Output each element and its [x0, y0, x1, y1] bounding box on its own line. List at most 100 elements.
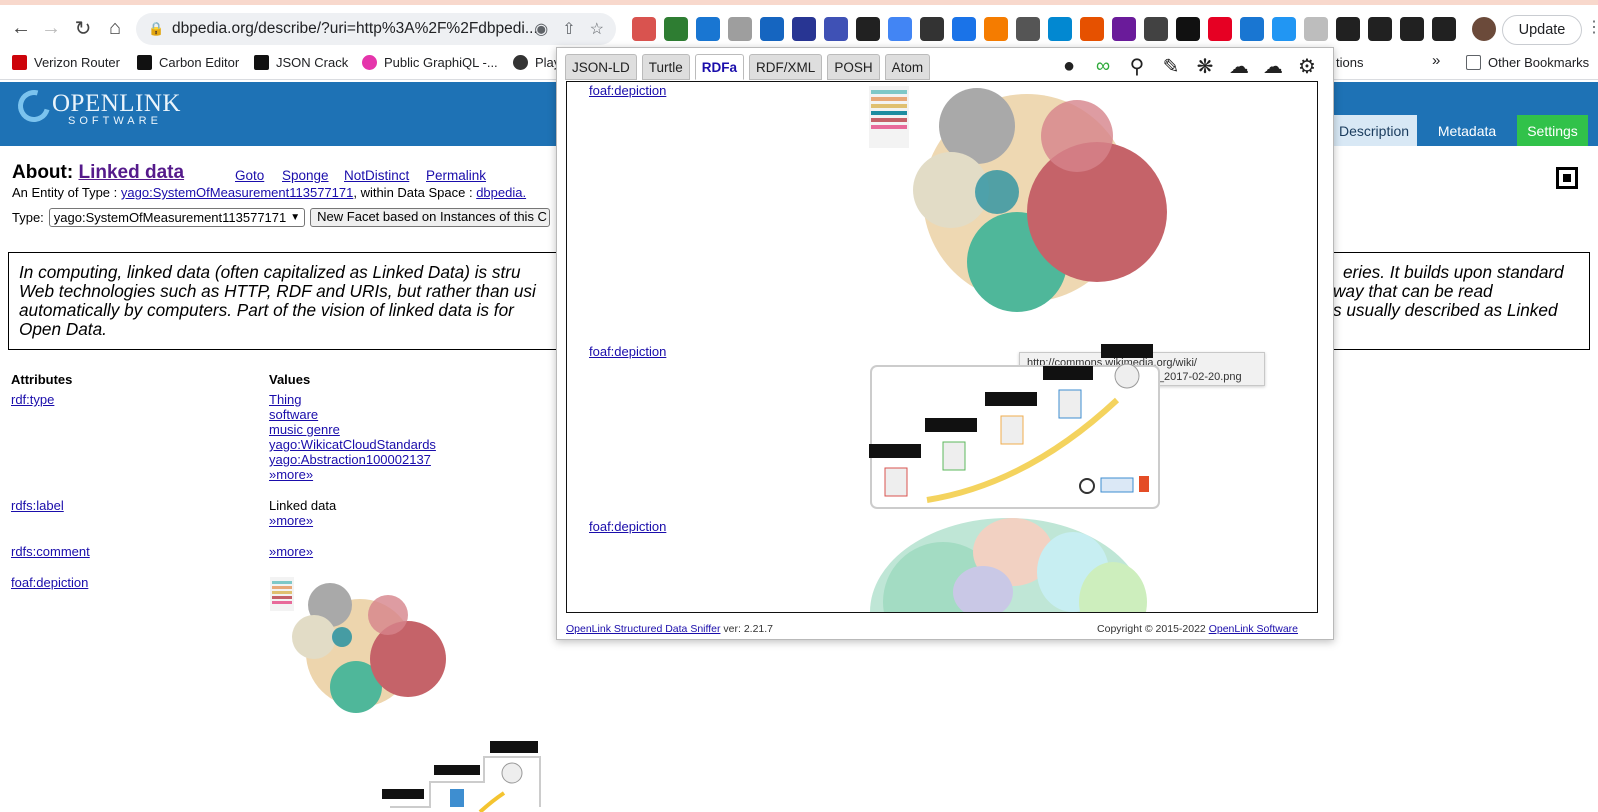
extension-icon-18[interactable] — [1176, 17, 1200, 41]
tab-metadata[interactable]: Metadata — [1417, 115, 1517, 146]
url-text[interactable]: dbpedia.org/describe/?uri=http%3A%2F%2Fd… — [172, 20, 538, 38]
extension-icon-17[interactable] — [1144, 17, 1168, 41]
cloud-search-icon[interactable]: ☁ — [1225, 52, 1253, 80]
rdf-type-value[interactable]: Thing — [269, 392, 302, 407]
link-icon[interactable]: ∞ — [1089, 52, 1117, 80]
five-star-image[interactable] — [380, 737, 550, 812]
extension-icon-13[interactable] — [1016, 17, 1040, 41]
sponge-link[interactable]: Sponge — [282, 168, 329, 183]
about-title-link[interactable]: Linked data — [78, 162, 184, 183]
notdistinct-link[interactable]: NotDistinct — [344, 168, 409, 183]
extension-icon-6[interactable] — [792, 17, 816, 41]
more-bookmarks-icon[interactable]: » — [1432, 52, 1440, 69]
lock-icon[interactable]: 🔒 — [148, 21, 164, 37]
rdf-type-value[interactable]: software — [269, 407, 318, 422]
cloud-upload-icon[interactable]: ☁ — [1259, 52, 1287, 80]
forward-icon[interactable]: → — [38, 15, 64, 41]
permalink-link[interactable]: Permalink — [426, 168, 486, 183]
depiction-label-3[interactable]: foaf:depiction — [589, 519, 666, 534]
extension-icon-19[interactable] — [1208, 17, 1232, 41]
download-icon[interactable] — [1400, 17, 1424, 41]
extension-icon-20[interactable] — [1240, 17, 1264, 41]
side-panel-icon[interactable] — [1432, 17, 1456, 41]
extension-icon-16[interactable] — [1112, 17, 1136, 41]
rdf-type-value[interactable]: yago:Abstraction100002137 — [269, 452, 431, 467]
extension-icon-9[interactable] — [888, 17, 912, 41]
bookmark-partial[interactable]: tions — [1336, 55, 1363, 70]
bookmark-verizon-router[interactable]: Verizon Router — [12, 55, 120, 70]
tab-rdfa[interactable]: RDFa — [694, 54, 745, 80]
rdf-type-value[interactable]: music genre — [269, 422, 340, 437]
rdf-type-attribute[interactable]: rdf:type — [11, 392, 54, 407]
share-icon[interactable]: ⇧ — [562, 19, 575, 39]
type-select[interactable]: yago:SystemOfMeasurement113577171 ▼ — [48, 208, 306, 227]
foaf-depiction-attribute[interactable]: foaf:depiction — [11, 575, 88, 590]
extension-icon-12[interactable] — [984, 17, 1008, 41]
star-bar — [434, 765, 480, 775]
search-globe-icon[interactable]: ⚲ — [1123, 52, 1151, 80]
extension-icon-2[interactable] — [664, 17, 688, 41]
rdfs-label-more-link[interactable]: »more» — [269, 513, 313, 528]
settings-icon[interactable]: ⚙ — [1293, 52, 1321, 80]
extension-icon-21[interactable] — [1272, 17, 1296, 41]
extension-icon-4[interactable] — [728, 17, 752, 41]
five-star-image-large[interactable] — [867, 344, 1163, 512]
graph-icon[interactable]: ❋ — [1191, 52, 1219, 80]
bookmark-play[interactable]: Play — [513, 55, 560, 70]
labs-icon[interactable] — [1368, 17, 1392, 41]
sniffer-content[interactable]: foaf:depiction http://commons.wikimedia.… — [566, 81, 1318, 613]
lod-cloud-image[interactable] — [268, 575, 458, 725]
extension-icon-14[interactable] — [1048, 17, 1072, 41]
new-facet-button[interactable]: New Facet based on Instances of this C — [310, 208, 551, 227]
extension-icon-11[interactable] — [952, 17, 976, 41]
data-space-link[interactable]: dbpedia. — [476, 185, 526, 200]
tab-atom[interactable]: Atom — [884, 54, 931, 80]
back-icon[interactable]: ← — [8, 15, 34, 41]
bookmark-json-crack[interactable]: JSON Crack — [254, 55, 348, 70]
tab-turtle[interactable]: Turtle — [641, 54, 690, 80]
bookmark-carbon-editor[interactable]: Carbon Editor — [137, 55, 239, 70]
rdfs-label-attribute[interactable]: rdfs:label — [11, 498, 64, 513]
extension-icon-15[interactable] — [1080, 17, 1104, 41]
sniffer-name-link[interactable]: OpenLink Structured Data Sniffer — [566, 623, 720, 635]
tab-settings[interactable]: Settings — [1517, 115, 1588, 146]
star-icon[interactable]: ☆ — [590, 19, 604, 39]
tab-json-ld[interactable]: JSON-LD — [565, 54, 637, 80]
rdfs-comment-attribute[interactable]: rdfs:comment — [11, 544, 90, 559]
extension-icon-8[interactable] — [856, 17, 880, 41]
home-icon[interactable]: ⌂ — [102, 15, 128, 41]
more-menu-icon[interactable]: ⋮ — [1586, 17, 1598, 37]
address-bar[interactable]: 🔒 dbpedia.org/describe/?uri=http%3A%2F%2… — [136, 13, 616, 45]
profile-avatar[interactable] — [1472, 17, 1496, 41]
rdf-type-more-link[interactable]: »more» — [269, 467, 313, 482]
extension-icon-1[interactable] — [632, 17, 656, 41]
lod-cloud-image-partial[interactable] — [863, 512, 1153, 613]
entity-type-link[interactable]: yago:SystemOfMeasurement113577171 — [121, 185, 353, 200]
bookmark-public-graphiql[interactable]: Public GraphiQL -... — [362, 55, 498, 70]
tab-posh[interactable]: POSH — [827, 54, 880, 80]
extension-icon-5[interactable] — [760, 17, 784, 41]
legend-swatch — [272, 601, 292, 604]
rdfs-comment-more-link[interactable]: »more» — [269, 544, 313, 559]
depiction-label-2[interactable]: foaf:depiction — [589, 344, 666, 359]
extensions-icon[interactable] — [1336, 17, 1360, 41]
other-bookmarks[interactable]: Other Bookmarks — [1466, 55, 1589, 70]
tab-rdf-xml[interactable]: RDF/XML — [749, 54, 823, 80]
extension-icon-7[interactable] — [824, 17, 848, 41]
extension-icon-22[interactable] — [1304, 17, 1328, 41]
depiction-label-1[interactable]: foaf:depiction — [589, 83, 666, 98]
person-icon[interactable]: ● — [1055, 52, 1083, 80]
abstract-line-2: Web technologies such as HTTP, RDF and U… — [19, 281, 536, 301]
reload-icon[interactable]: ↻ — [70, 15, 96, 41]
update-button[interactable]: Update — [1502, 15, 1582, 45]
rdf-type-value[interactable]: yago:WikicatCloudStandards — [269, 437, 436, 452]
eye-off-icon[interactable]: ◉ — [534, 19, 548, 39]
edit-icon[interactable]: ✎ — [1157, 52, 1185, 80]
goto-link[interactable]: Goto — [235, 168, 264, 183]
extension-icon-3[interactable] — [696, 17, 720, 41]
extension-icon-10[interactable] — [920, 17, 944, 41]
openlink-software-link[interactable]: OpenLink Software — [1209, 623, 1298, 635]
lod-cloud-image-large[interactable] — [867, 82, 1167, 322]
qr-toggle-icon[interactable] — [1556, 167, 1578, 189]
tab-description[interactable]: Description — [1331, 115, 1417, 146]
